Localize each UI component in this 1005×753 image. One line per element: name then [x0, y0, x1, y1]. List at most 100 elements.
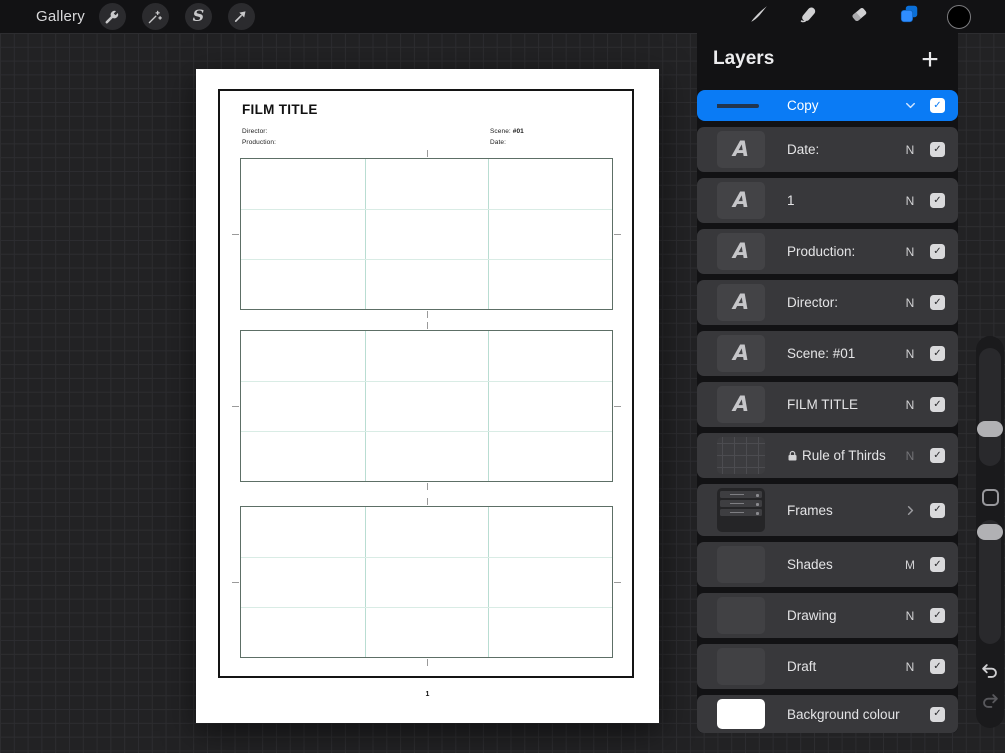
redo-button[interactable] [979, 690, 1001, 712]
selection-button[interactable]: S [184, 3, 212, 30]
adjustments-button[interactable] [141, 3, 169, 30]
layer-row[interactable]: Frames ✓ [697, 484, 958, 536]
date-label: Date: [490, 139, 507, 146]
layer-list: Copy ✓ A Date: N ✓ A 1 N ✓ A Production: N ✓ A Director… [697, 90, 958, 733]
magic-wand-icon [146, 8, 164, 26]
visibility-checkbox[interactable]: ✓ [930, 346, 945, 361]
layer-thumbnail[interactable] [717, 437, 765, 474]
layer-thumbnail[interactable]: A [717, 131, 765, 168]
blend-mode-badge[interactable]: N [902, 398, 918, 412]
layer-thumbnail[interactable] [717, 90, 765, 121]
layer-thumbnail[interactable] [717, 488, 765, 532]
layer-thumbnail[interactable] [717, 699, 765, 729]
layer-thumbnail[interactable] [717, 648, 765, 685]
undo-button[interactable] [979, 660, 1001, 682]
layer-row[interactable]: Draft N ✓ [697, 644, 958, 689]
visibility-checkbox[interactable]: ✓ [930, 98, 945, 113]
visibility-checkbox[interactable]: ✓ [930, 659, 945, 674]
layers-button[interactable] [897, 5, 921, 29]
modify-button[interactable] [981, 489, 999, 506]
layer-row[interactable]: A FILM TITLE N ✓ [697, 382, 958, 427]
chevron-right-icon[interactable] [902, 503, 918, 518]
right-tool-group [747, 0, 1005, 33]
layer-thumbnail[interactable]: A [717, 182, 765, 219]
brush-size-slider[interactable] [979, 348, 1001, 466]
blend-mode-badge[interactable]: N [902, 245, 918, 259]
layer-thumbnail[interactable] [717, 546, 765, 583]
blend-mode-badge[interactable]: N [902, 449, 918, 463]
visibility-checkbox[interactable]: ✓ [930, 142, 945, 157]
blend-mode-badge[interactable]: N [902, 296, 918, 310]
brush-size-handle[interactable] [977, 421, 1003, 437]
scene-label: Scene: #01 [490, 128, 524, 135]
visibility-checkbox[interactable]: ✓ [930, 244, 945, 259]
visibility-checkbox[interactable]: ✓ [930, 448, 945, 463]
visibility-checkbox[interactable]: ✓ [930, 502, 945, 518]
eraser-button[interactable] [847, 5, 871, 29]
layer-row[interactable]: Background colour ✓ [697, 695, 958, 733]
visibility-checkbox[interactable]: ✓ [930, 608, 945, 623]
storyboard-block-3 [232, 498, 621, 666]
smudge-icon [798, 3, 820, 30]
canvas-page[interactable]: FILM TITLE Director: Production: Scene: … [196, 69, 659, 723]
layer-row[interactable]: A Director: N ✓ [697, 280, 958, 325]
visibility-checkbox[interactable]: ✓ [930, 397, 945, 412]
layer-row[interactable]: A Date: N ✓ [697, 127, 958, 172]
layer-row[interactable]: Drawing N ✓ [697, 593, 958, 638]
blend-mode-badge[interactable]: N [902, 609, 918, 623]
layer-thumbnail[interactable]: A [717, 284, 765, 321]
layer-row[interactable]: Rule of Thirds N ✓ [697, 433, 958, 478]
layer-label: Copy [787, 98, 819, 113]
gallery-button[interactable]: Gallery [36, 8, 85, 25]
brush-button[interactable] [747, 5, 771, 29]
layer-row[interactable]: Copy ✓ [697, 90, 958, 121]
visibility-checkbox[interactable]: ✓ [930, 193, 945, 208]
layer-row[interactable]: Shades M ✓ [697, 542, 958, 587]
layer-thumbnail[interactable]: A [717, 233, 765, 270]
blend-mode-badge[interactable]: N [902, 143, 918, 157]
layer-label: Date: [787, 142, 820, 157]
layer-label: FILM TITLE [787, 397, 859, 412]
layer-row[interactable]: A Scene: #01 N ✓ [697, 331, 958, 376]
layer-thumbnail[interactable] [717, 597, 765, 634]
blend-mode-badge[interactable]: M [902, 558, 918, 572]
layer-row[interactable]: A 1 N ✓ [697, 178, 958, 223]
layer-label: Production: [787, 244, 856, 259]
blend-mode-badge[interactable]: N [902, 194, 918, 208]
blend-mode-badge[interactable]: N [902, 660, 918, 674]
left-tool-group: S [98, 3, 255, 30]
layer-thumbnail[interactable]: A [717, 386, 765, 423]
chevron-down-icon[interactable] [902, 98, 918, 113]
layer-label: Rule of Thirds [787, 448, 902, 463]
layer-label: Draft [787, 659, 817, 674]
layers-panel-header: Layers + [697, 33, 958, 90]
layer-label: Director: [787, 295, 839, 310]
blend-mode-badge[interactable]: N [902, 347, 918, 361]
layer-label: Shades [787, 557, 833, 572]
opacity-handle[interactable] [977, 524, 1003, 540]
storyboard-block-2 [232, 322, 621, 490]
visibility-checkbox[interactable]: ✓ [930, 706, 945, 722]
layer-label: Drawing [787, 608, 837, 623]
layer-label: 1 [787, 193, 795, 208]
layer-row[interactable]: A Production: N ✓ [697, 229, 958, 274]
procreate-workspace: Gallery S FILM TITLE Director: Productio… [0, 0, 1005, 753]
transform-button[interactable] [227, 3, 255, 30]
visibility-checkbox[interactable]: ✓ [930, 295, 945, 310]
eraser-icon [848, 3, 870, 30]
layer-thumbnail[interactable]: A [717, 335, 765, 372]
visibility-checkbox[interactable]: ✓ [930, 557, 945, 572]
lock-icon [787, 450, 798, 462]
layers-icon [898, 3, 920, 30]
smudge-button[interactable] [797, 5, 821, 29]
undo-icon [979, 664, 1001, 686]
actions-button[interactable] [98, 3, 126, 30]
layers-panel-title: Layers [713, 48, 775, 69]
brush-icon [748, 3, 770, 30]
color-button[interactable] [947, 4, 971, 29]
page-number: 1 [425, 691, 430, 698]
redo-icon [979, 694, 1001, 716]
add-layer-button[interactable]: + [912, 37, 948, 83]
director-label: Director: [242, 128, 268, 135]
layer-label: Scene: #01 [787, 346, 856, 361]
